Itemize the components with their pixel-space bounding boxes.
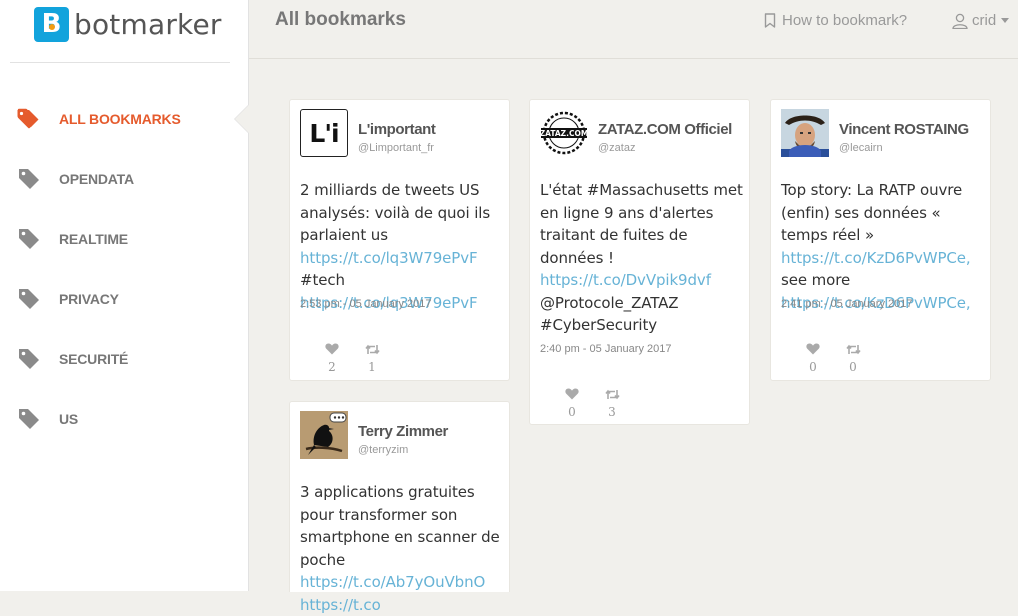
like-button[interactable]: 2 [320,342,344,373]
tweet-text: 2 milliards de tweets US analysés: voilà… [300,181,491,312]
bookmark-card[interactable]: L'i L'important @Limportant_fr 2 milliar… [289,99,510,381]
bookmark-card[interactable]: Terry Zimmer @terryzim 3 applications gr… [289,401,510,614]
retweet-icon [604,389,620,400]
sidebar-item-label: US [59,411,79,427]
svg-text:ZATAZ.COM: ZATAZ.COM [540,129,588,138]
avatar [300,411,348,459]
username: crid [972,12,997,29]
sidebar-item-label: REALTIME [59,231,128,247]
sidebar: B botmarker ALL BOOKMARKS OPENDATA [0,0,249,591]
author-name[interactable]: ZATAZ.COM Officiel [598,121,732,138]
sidebar-item-securite[interactable]: SECURITÉ [0,329,248,389]
tweet-text: Top story: La RATP ouvre (enfin) ses don… [781,181,971,312]
how-to-bookmark-link[interactable]: How to bookmark? [764,12,907,29]
heart-icon [325,343,339,355]
page-title: All bookmarks [275,9,406,30]
tag-icon [19,349,39,369]
author-handle[interactable]: @lecairn [839,142,883,154]
retweet-button[interactable]: 1 [360,342,384,373]
divider [10,62,230,63]
bookmark-icon [764,13,776,28]
tweet-link[interactable]: https://t.co/lq3W79ePvF [300,249,478,267]
zataz-logo-icon: ZATAZ.COM [540,111,588,155]
retweet-button[interactable]: 0 [841,342,865,373]
sidebar-item-label: PRIVACY [59,291,119,307]
tag-icon [19,169,39,189]
timestamp: 2:53 pm - 05 January 2017 [300,298,432,310]
sidebar-item-all-bookmarks[interactable]: ALL BOOKMARKS [0,89,249,149]
tag-icon [19,409,39,429]
logo-icon: B [34,6,69,42]
retweet-button[interactable]: 3 [600,387,624,418]
how-to-label: How to bookmark? [782,12,908,29]
sidebar-item-realtime[interactable]: REALTIME [0,209,248,269]
sidebar-item-us[interactable]: US [0,389,248,449]
sidebar-item-label: OPENDATA [59,171,134,187]
user-icon [952,13,968,29]
avatar [781,109,829,157]
author-name[interactable]: Terry Zimmer [358,423,448,440]
author-handle[interactable]: @terryzim [358,444,408,456]
avatar: L'i [300,109,348,157]
retweet-icon [364,344,380,355]
like-button[interactable]: 0 [560,387,584,418]
tweet-text: L'état #Massachusetts met en ligne 9 ans… [540,181,743,334]
author-name[interactable]: L'important [358,121,436,138]
tweet-link[interactable]: https://t.co/Ab7yOuVbnO [300,573,485,591]
logo-text: botmarker [74,7,222,41]
tag-icon [19,229,39,249]
crow-avatar-icon [300,411,348,459]
pirate-avatar-icon [781,109,829,157]
sidebar-item-label: SECURITÉ [59,351,129,367]
tweet-link[interactable]: https://t.co/DvVpik9dvf [540,271,711,289]
bookmark-card[interactable]: ZATAZ.COM ZATAZ.COM Officiel @zataz L'ét… [529,99,750,425]
user-menu[interactable]: crid [952,12,1010,29]
heart-icon [806,343,820,355]
sidebar-item-privacy[interactable]: PRIVACY [0,269,248,329]
like-button[interactable]: 0 [801,342,825,373]
author-name[interactable]: Vincent ROSTAING [839,121,969,138]
bookmark-card[interactable]: Vincent ROSTAING @lecairn Top story: La … [770,99,991,381]
logo[interactable]: B botmarker [34,6,222,42]
header: All bookmarks How to bookmark? crid [249,0,1018,59]
like-count: 0 [568,405,576,419]
author-handle[interactable]: @zataz [598,142,635,154]
author-handle[interactable]: @Limportant_fr [358,142,434,154]
retweet-count: 1 [368,360,376,374]
retweet-count: 3 [608,405,616,419]
avatar: ZATAZ.COM [540,109,588,157]
sidebar-item-opendata[interactable]: OPENDATA [0,149,248,209]
tweet-link[interactable]: https://t.co/KzD6PvWPCe, [781,249,971,267]
chevron-down-icon [1001,18,1010,23]
retweet-icon [845,344,861,355]
tag-icon [19,289,39,309]
tweet-text: 3 applications gratuites pour transforme… [300,483,500,614]
sidebar-nav: ALL BOOKMARKS OPENDATA REALTIME PRIVACY [0,89,249,449]
tags-icon [17,108,39,129]
retweet-count: 0 [849,360,857,374]
heart-icon [565,388,579,400]
tweet-link[interactable]: https://t.co [300,596,381,614]
like-count: 2 [328,360,336,374]
timestamp: 2:41 pm - 05 January 2017 [781,298,913,310]
sidebar-item-label: ALL BOOKMARKS [59,111,181,127]
timestamp: 2:40 pm - 05 January 2017 [540,343,672,355]
like-count: 0 [809,360,817,374]
